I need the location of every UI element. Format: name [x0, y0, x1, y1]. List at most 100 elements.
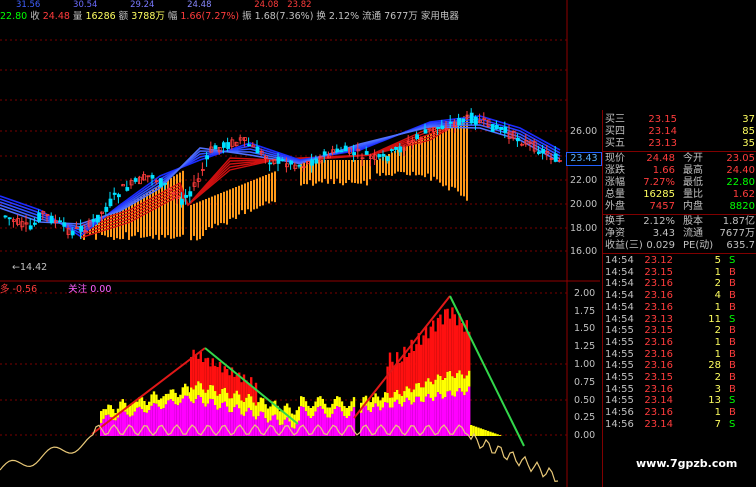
tick-price: 23.12 — [629, 255, 673, 267]
candle-body — [164, 183, 167, 184]
candle-body — [390, 150, 393, 151]
indicator-bar — [499, 435, 501, 436]
indicator-bar — [224, 366, 226, 388]
indicator-bar — [177, 397, 179, 405]
candle-body — [395, 147, 398, 149]
indicator-bar — [434, 397, 436, 436]
orange-bar — [265, 175, 267, 201]
indicator-bar — [170, 399, 172, 436]
quote-row: 涨跌 1.66 最高 24.40 — [603, 165, 756, 177]
indicator-bar — [432, 384, 434, 401]
fund-label: 换手 — [605, 216, 625, 228]
indicator-bar — [329, 407, 331, 417]
amt-label: 额 — [119, 11, 129, 22]
indicator-bar — [100, 411, 102, 423]
candle-body — [353, 152, 356, 154]
indicator-bar — [379, 400, 381, 410]
quote-value: 1.62 — [711, 189, 755, 201]
order-price: 23.14 — [633, 126, 677, 138]
orange-bar — [354, 160, 356, 183]
candle-body — [323, 152, 326, 155]
indicator-bar — [141, 409, 143, 436]
indicator-bar — [136, 408, 138, 436]
tick-row: 14:54 23.16 4 B — [603, 290, 756, 302]
open-value: 22.80 — [0, 11, 27, 22]
candle-body — [365, 151, 368, 154]
tick-volume: 28 — [691, 360, 721, 372]
indicator-bar — [319, 396, 321, 406]
quote-value: 7457 — [631, 201, 675, 213]
indicator-bar — [302, 407, 304, 436]
tick-row: 14:54 23.16 1 B — [603, 302, 756, 314]
indicator-bar — [442, 324, 444, 380]
indicator-bar — [334, 399, 336, 409]
candle-body — [159, 179, 162, 187]
tick-price: 23.14 — [629, 395, 673, 407]
quote-value: 7.27% — [631, 177, 675, 189]
orange-bar — [113, 212, 115, 240]
indicator-bar — [389, 353, 391, 398]
indicator-bar — [200, 352, 202, 383]
indicator-bar — [492, 433, 494, 436]
indicator-bar — [209, 385, 211, 399]
indicator-bar — [434, 380, 436, 397]
candle-body — [50, 216, 53, 222]
orange-bar — [463, 117, 465, 197]
indicator-bar — [422, 335, 424, 387]
price-tick-label: 18.00 — [570, 223, 597, 234]
indicator-bar — [394, 392, 396, 402]
indicator-bar — [336, 396, 338, 406]
quote-row: 涨幅 7.27% 最低 22.80 — [603, 177, 756, 189]
candle-body — [399, 147, 402, 152]
candle-body — [416, 135, 419, 139]
kline-chart[interactable]: 26.0024.0022.0020.0018.0016.00 2.001.751… — [0, 0, 600, 487]
tick-row: 14:54 23.12 5 S — [603, 255, 756, 267]
indicator-bar — [408, 388, 410, 400]
orange-bar — [424, 136, 426, 177]
orange-bar — [214, 195, 216, 223]
tick-direction: B — [729, 267, 736, 279]
zhen-label: 振 — [242, 11, 252, 22]
amt-value: 3788万 — [131, 11, 165, 22]
fund-row: 净资 3.43 流通 7677万 — [603, 228, 756, 240]
indicator-bar — [158, 407, 160, 436]
indicator-bar — [415, 344, 417, 383]
orange-bar — [193, 204, 195, 236]
indicator-bar — [209, 399, 211, 436]
tick-price: 23.16 — [629, 278, 673, 290]
price-tick-label: 20.00 — [570, 199, 597, 210]
tick-direction: S — [729, 314, 735, 326]
indicator-bar — [195, 385, 197, 399]
candle-body — [554, 154, 557, 161]
quote-label: 量比 — [683, 189, 703, 201]
indicator-bar — [167, 394, 169, 401]
fund-value: 635.7 — [711, 240, 755, 252]
tick-price: 23.16 — [629, 337, 673, 349]
indicator-bar — [362, 407, 364, 436]
order-price: 23.15 — [633, 114, 677, 126]
indicator-bar — [240, 400, 242, 414]
candle-body — [424, 130, 427, 134]
orange-bar — [220, 193, 222, 223]
candle-body — [458, 118, 461, 124]
quote-value: 1.66 — [631, 165, 675, 177]
indicator-bar — [444, 397, 446, 436]
orange-bar — [409, 144, 411, 176]
indicator-bar — [160, 409, 162, 436]
order-label: 买五 — [605, 138, 625, 150]
indicator-bar — [250, 396, 252, 410]
candle-body — [92, 220, 95, 222]
candle-body — [8, 218, 11, 219]
orange-bar — [196, 203, 198, 241]
candle-body — [336, 149, 339, 152]
indicator-bar — [202, 362, 204, 389]
indicator-bar — [420, 345, 422, 387]
indicator-bar — [255, 405, 257, 419]
candle-body — [117, 195, 120, 197]
indicator-bar — [190, 357, 192, 387]
order-label: 买四 — [605, 126, 625, 138]
indicator-bar — [209, 366, 211, 384]
indicator-bar — [442, 399, 444, 436]
indicator-bar — [264, 404, 266, 418]
indicator-bar — [437, 392, 439, 436]
